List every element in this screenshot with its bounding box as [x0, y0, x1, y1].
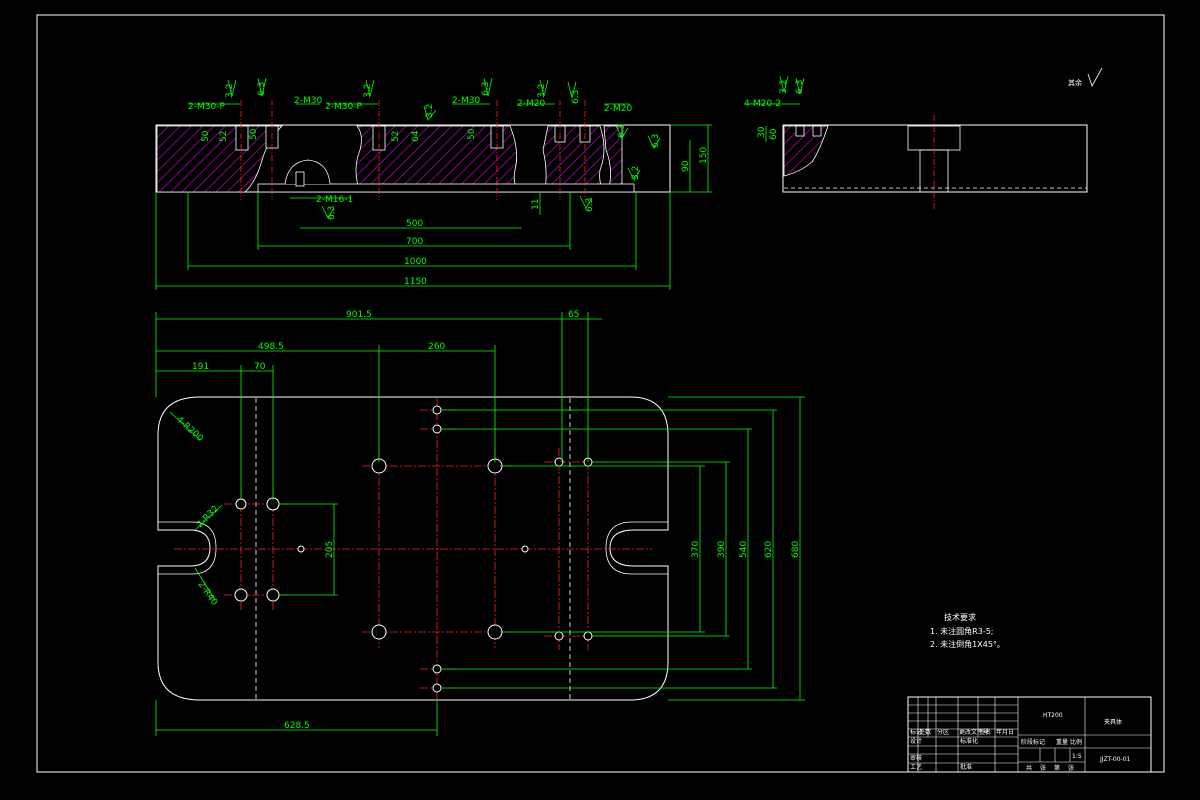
svg-text:2-R40: 2-R40 — [196, 580, 220, 608]
svg-text:52: 52 — [219, 131, 229, 142]
svg-text:批准: 批准 — [960, 763, 972, 771]
svg-text:2-M16-1: 2-M16-1 — [316, 195, 353, 205]
svg-text:3.2: 3.2 — [425, 104, 435, 118]
svg-text:2-M30-P: 2-M30-P — [325, 102, 362, 112]
svg-text:比例: 比例 — [1070, 738, 1082, 746]
svg-text:50: 50 — [467, 128, 477, 140]
right-callout: 4-M20-2 — [744, 99, 781, 109]
svg-text:620: 620 — [764, 541, 774, 558]
svg-text:70: 70 — [254, 362, 266, 372]
svg-text:审核: 审核 — [910, 754, 922, 762]
drawing-number: JJZT-00-01 — [1099, 756, 1131, 763]
svg-text:6.3: 6.3 — [481, 82, 491, 96]
svg-text:2-M20: 2-M20 — [517, 99, 545, 109]
svg-text:390: 390 — [717, 541, 727, 558]
tech-notes-title: 技术要求 — [944, 612, 976, 622]
cad-drawing: 3.2 6.3 3.2 6.3 3.2 6.3 3.2 6.3 6.3 3.2 … — [36, 14, 1165, 773]
svg-text:工艺: 工艺 — [910, 763, 922, 771]
svg-text:张: 张 — [1040, 764, 1046, 772]
plan-view: 901.5 65 498.5 260 191 70 628.5 370 390 … — [155, 310, 805, 736]
svg-text:65: 65 — [568, 310, 579, 320]
svg-text:年月日: 年月日 — [996, 728, 1014, 736]
svg-text:150: 150 — [699, 147, 709, 164]
side-view: 3.2 6.3 3.2 6.3 3.2 6.3 3.2 6.3 6.3 3.2 … — [155, 77, 712, 290]
svg-text:阶段标记: 阶段标记 — [1021, 738, 1045, 746]
svg-text:540: 540 — [739, 541, 749, 558]
drawing-canvas: 3.2 6.3 3.2 6.3 3.2 6.3 3.2 6.3 6.3 3.2 … — [0, 0, 1200, 800]
svg-text:签名: 签名 — [979, 728, 991, 736]
svg-text:3.2: 3.2 — [363, 84, 373, 98]
svg-text:6.3: 6.3 — [617, 124, 627, 138]
scale: 1:5 — [1072, 753, 1082, 760]
svg-text:205: 205 — [325, 541, 335, 558]
svg-text:第: 第 — [1054, 764, 1060, 772]
svg-text:6.3: 6.3 — [651, 134, 661, 148]
svg-text:2-M30: 2-M30 — [294, 96, 322, 106]
svg-text:60: 60 — [769, 128, 779, 140]
svg-text:分区: 分区 — [937, 728, 949, 736]
svg-text:6.3: 6.3 — [257, 82, 267, 96]
svg-text:260: 260 — [428, 342, 445, 352]
svg-text:11: 11 — [531, 199, 541, 210]
svg-text:52: 52 — [391, 131, 401, 142]
svg-text:64: 64 — [411, 130, 421, 142]
svg-text:90: 90 — [681, 160, 691, 172]
general-roughness-label: 其余 — [1068, 78, 1082, 87]
right-view: 4-M20-2 30 60 3.2 6.3 其余 — [744, 67, 1103, 210]
svg-text:2-M20: 2-M20 — [604, 104, 632, 114]
svg-text:700: 700 — [406, 237, 423, 247]
svg-text:370: 370 — [691, 541, 701, 558]
svg-text:6.3: 6.3 — [571, 90, 581, 104]
svg-text:3.2: 3.2 — [225, 84, 235, 98]
svg-text:3.2: 3.2 — [537, 84, 547, 98]
svg-text:500: 500 — [406, 219, 423, 229]
svg-text:1150: 1150 — [404, 277, 427, 287]
part-name: 夹具体 — [1104, 718, 1122, 726]
svg-text:191: 191 — [192, 362, 209, 372]
svg-text:3.2: 3.2 — [631, 166, 641, 180]
svg-text:标准化: 标准化 — [960, 737, 978, 745]
svg-text:30: 30 — [757, 126, 767, 138]
svg-text:680: 680 — [791, 541, 801, 558]
svg-text:498.5: 498.5 — [258, 342, 284, 352]
svg-text:4-R200: 4-R200 — [174, 415, 205, 444]
svg-text:901.5: 901.5 — [346, 310, 372, 320]
svg-text:1000: 1000 — [404, 257, 427, 267]
material: HT200 — [1043, 712, 1063, 719]
svg-text:共: 共 — [1026, 764, 1032, 772]
svg-text:2-M30: 2-M30 — [452, 96, 480, 106]
section-hatch-right-1 — [542, 125, 608, 193]
svg-text:50: 50 — [201, 130, 211, 142]
svg-text:2-M30-P: 2-M30-P — [188, 102, 225, 112]
title-block: HT200 夹具体 JJZT-00-01 标记 处数 分区 更改文件号 签名 年… — [907, 696, 1152, 773]
svg-text:张: 张 — [1068, 764, 1074, 772]
svg-text:50: 50 — [249, 128, 259, 140]
tech-note-1: 1. 未注圆角R3-5; — [930, 626, 994, 636]
svg-text:628.5: 628.5 — [284, 721, 310, 731]
svg-text:重量: 重量 — [1056, 738, 1068, 746]
svg-text:设计: 设计 — [910, 737, 922, 745]
svg-text:6.3: 6.3 — [795, 80, 805, 94]
svg-text:处数: 处数 — [919, 728, 931, 736]
tech-notes: 技术要求 1. 未注圆角R3-5; 2. 未注倒角1X45°。 — [930, 612, 1005, 649]
plan-dimensions: 901.5 65 498.5 260 191 70 628.5 370 390 … — [174, 310, 801, 731]
svg-text:6.3: 6.3 — [327, 206, 337, 220]
svg-text:3.2: 3.2 — [779, 80, 789, 94]
tech-note-2: 2. 未注倒角1X45°。 — [930, 639, 1005, 649]
svg-text:6.3: 6.3 — [585, 198, 595, 212]
